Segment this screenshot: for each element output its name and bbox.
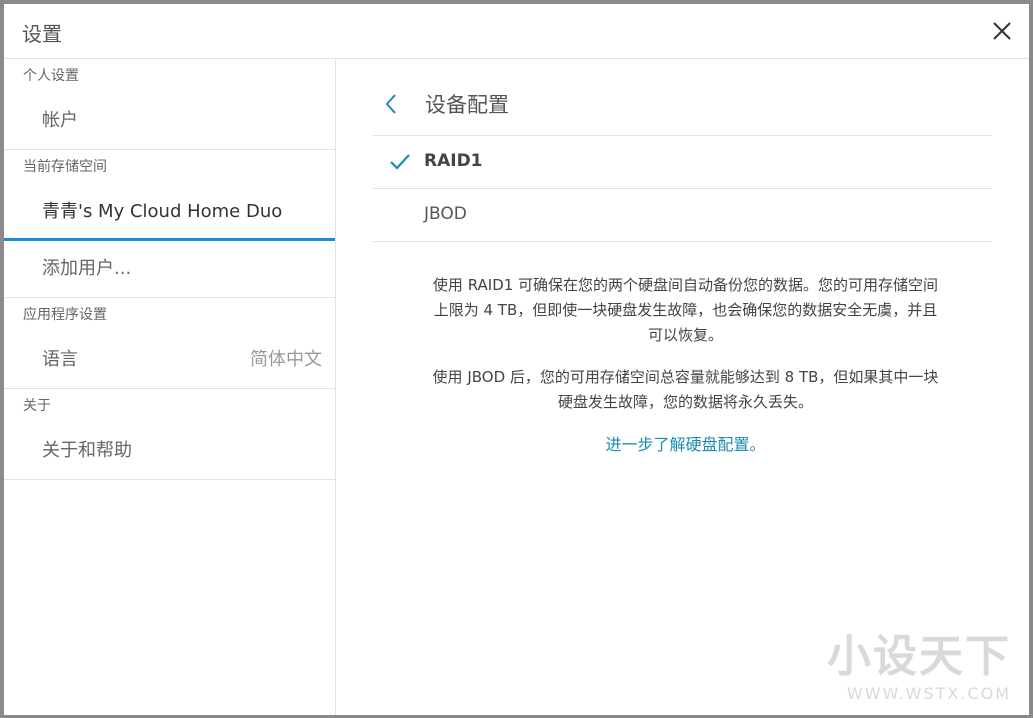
main-panel: 设备配置 RAID1 JBOD 使用 RAID1 可确保在您的两个硬盘间自动备份… — [336, 59, 1029, 715]
sidebar-item-device[interactable]: 青青's My Cloud Home Duo — [4, 184, 335, 241]
description-line: 硬盘发生故障，您的数据将永久丢失。 — [557, 393, 813, 411]
option-label: JBOD — [424, 204, 467, 224]
learn-more-link[interactable]: 进一步了解硬盘配置。 — [388, 431, 983, 455]
option-jbod[interactable]: JBOD — [373, 189, 992, 242]
watermark-text: 小设天下 — [827, 631, 1011, 682]
sidebar-item-label: 关于和帮助 — [42, 440, 132, 461]
chevron-left-icon[interactable] — [383, 93, 399, 115]
sidebar-item-label: 语言 — [42, 349, 78, 370]
settings-dialog: 设置 个人设置 帐户 当前存储空间 青青's My Cloud Home Duo… — [4, 4, 1029, 715]
option-label: RAID1 — [424, 151, 483, 171]
section-header-about: 关于 — [23, 398, 51, 414]
description-line: 使用 RAID1 可确保在您的两个硬盘间自动备份您的数据。您的可用存储空间 — [432, 276, 939, 294]
section-header-app-settings: 应用程序设置 — [23, 307, 107, 323]
sidebar: 个人设置 帐户 当前存储空间 青青's My Cloud Home Duo 添加… — [4, 59, 336, 715]
sidebar-item-label: 帐户 — [42, 110, 78, 131]
sidebar-item-about-help[interactable]: 关于和帮助 — [4, 423, 335, 480]
description-line: 上限为 4 TB，但即使一块硬盘发生故障，也会确保您的数据安全无虞，并且 — [433, 301, 938, 319]
section-header-storage: 当前存储空间 — [23, 159, 107, 175]
sidebar-item-label: 添加用户... — [42, 258, 132, 279]
sidebar-item-account[interactable]: 帐户 — [4, 93, 335, 150]
panel-header: 设备配置 — [373, 77, 992, 136]
watermark-url: WWW.WSTX.COM — [846, 684, 1011, 703]
description-line: 使用 JBOD 后，您的可用存储空间总容量就能够达到 8 TB，但如果其中一块 — [432, 368, 939, 386]
option-raid1[interactable]: RAID1 — [373, 136, 992, 189]
description-line: 可以恢复。 — [647, 326, 723, 344]
raid1-description: 使用 RAID1 可确保在您的两个硬盘间自动备份您的数据。您的可用存储空间 上限… — [388, 273, 983, 348]
language-value: 简体中文 — [250, 349, 322, 370]
watermark: 小设天下 WWW.WSTX.COM — [827, 620, 1011, 703]
dialog-title: 设置 — [22, 22, 62, 46]
section-header-personal: 个人设置 — [23, 68, 79, 84]
sidebar-item-language[interactable]: 语言 简体中文 — [4, 332, 335, 389]
title-bar: 设置 — [4, 4, 1029, 59]
sidebar-item-add-user[interactable]: 添加用户... — [4, 241, 335, 298]
close-icon[interactable] — [989, 18, 1015, 44]
sidebar-item-label: 青青's My Cloud Home Duo — [42, 201, 283, 222]
jbod-description: 使用 JBOD 后，您的可用存储空间总容量就能够达到 8 TB，但如果其中一块 … — [388, 365, 983, 415]
panel-title: 设备配置 — [425, 93, 509, 117]
check-icon — [390, 154, 410, 170]
